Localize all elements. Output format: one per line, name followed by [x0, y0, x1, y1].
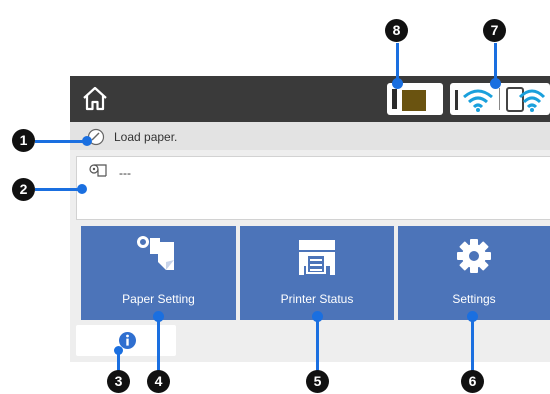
- callout-dot-6: [467, 311, 478, 322]
- callout-line-8: [396, 43, 399, 83]
- callout-marker-4: 4: [147, 370, 170, 393]
- callout-dot-7: [490, 78, 501, 89]
- paper-setting-label: Paper Setting: [122, 292, 195, 306]
- wifi-icon: [455, 89, 493, 112]
- callout-dot-2: [77, 184, 87, 194]
- callout-line-2: [35, 188, 82, 191]
- callout-line-6: [471, 316, 474, 372]
- printer-status-label: Printer Status: [280, 292, 354, 306]
- gear-icon: [457, 239, 491, 273]
- paper-setting-icon: [137, 236, 174, 270]
- settings-button[interactable]: Settings: [398, 226, 550, 320]
- home-icon: [83, 86, 107, 111]
- callout-marker-3: 3: [107, 370, 130, 393]
- callout-marker-6: 6: [461, 370, 484, 393]
- printer-icon: [299, 240, 335, 275]
- callout-marker-2: 2: [12, 178, 35, 201]
- top-bar: [70, 76, 550, 122]
- ink-tank-icon: [402, 90, 426, 111]
- settings-label: Settings: [452, 292, 496, 306]
- paper-source-area[interactable]: ---: [76, 156, 550, 220]
- network-status-button[interactable]: [450, 83, 550, 115]
- callout-line-1: [35, 140, 87, 143]
- callout-dot-4: [153, 311, 164, 322]
- callout-marker-5: 5: [306, 370, 329, 393]
- callout-dot-1: [82, 136, 92, 146]
- callout-marker-1: 1: [12, 129, 35, 152]
- callout-line-7: [494, 43, 497, 83]
- callout-line-4: [157, 316, 160, 372]
- callout-dot-8: [392, 78, 403, 89]
- callout-line-5: [316, 316, 319, 372]
- callout-marker-7: 7: [483, 19, 506, 42]
- roll-paper-icon: [89, 164, 107, 177]
- separator: [499, 88, 500, 110]
- callout-dot-3: [114, 346, 123, 355]
- paper-setting-button[interactable]: Paper Setting: [81, 226, 236, 320]
- printer-status-button[interactable]: Printer Status: [240, 226, 394, 320]
- status-message: Load paper.: [114, 130, 178, 144]
- status-message-area: Load paper.: [70, 122, 550, 150]
- info-button[interactable]: [76, 325, 176, 356]
- callout-dot-5: [312, 311, 323, 322]
- paper-source-value: ---: [119, 166, 131, 180]
- control-panel: Load paper. --- Paper Setting Printer St…: [70, 76, 550, 362]
- ink-level-indicator: [392, 89, 397, 109]
- home-button[interactable]: [80, 85, 110, 113]
- callout-marker-8: 8: [385, 19, 408, 42]
- wifi-direct-icon: [506, 87, 546, 112]
